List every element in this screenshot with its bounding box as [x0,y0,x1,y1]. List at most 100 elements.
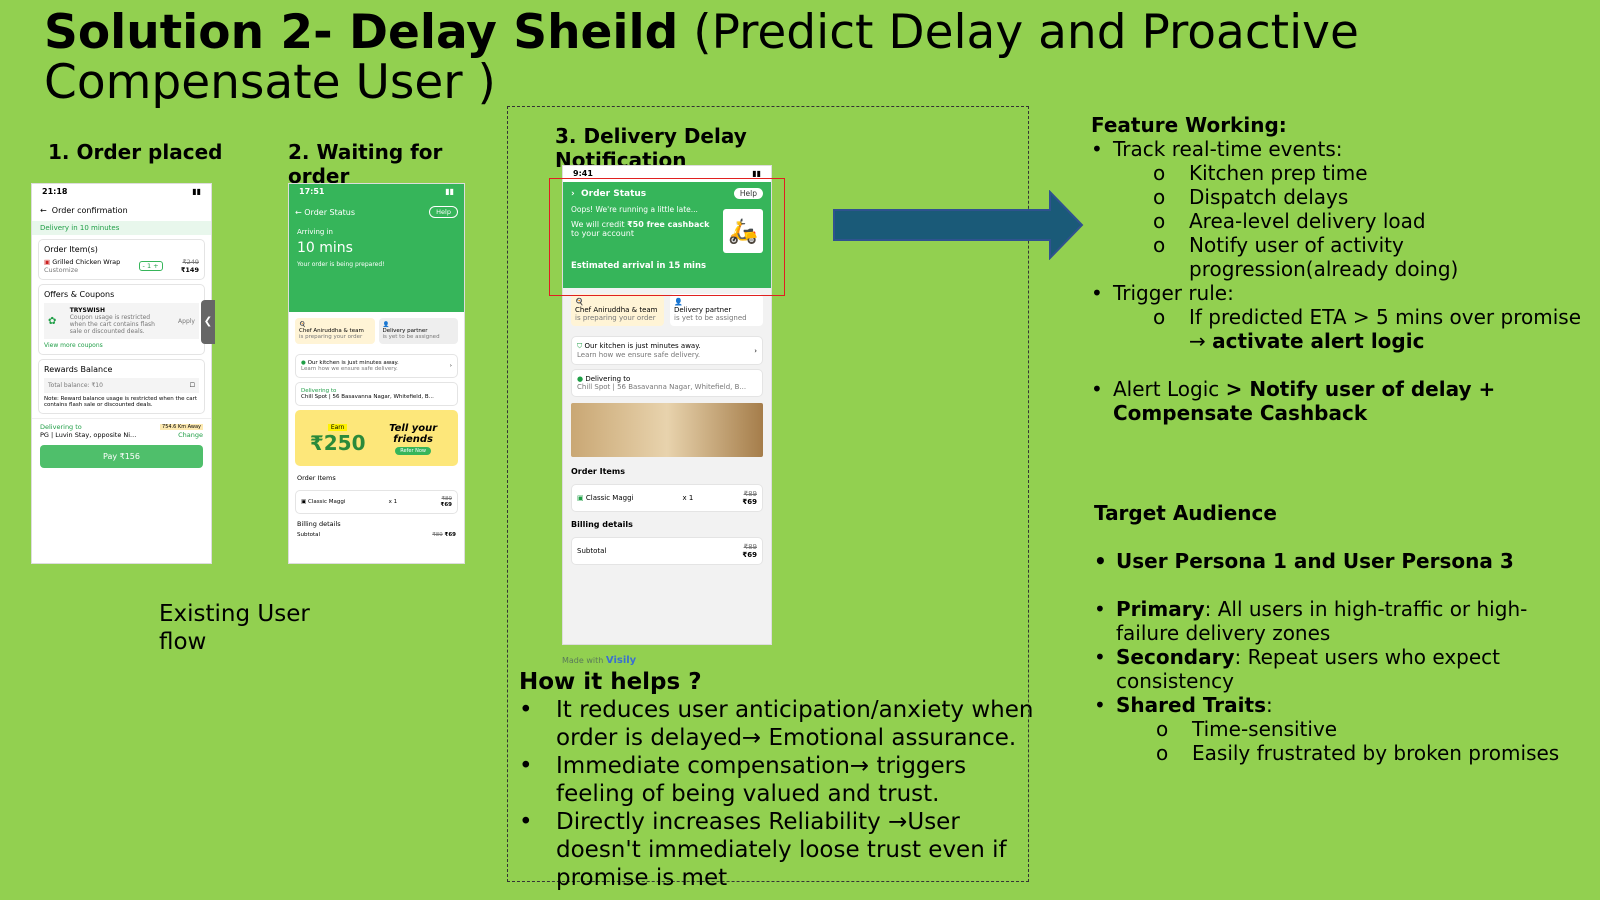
order-items-title: Order Items [297,474,336,482]
help-button[interactable]: Help [429,206,458,218]
order-items-title: Order Item(s) [44,245,98,254]
made-with-badge: Made with Visily [562,655,636,666]
partner-name: Delivery partner [674,306,732,314]
refer-now-button[interactable]: Refer Now [395,446,431,455]
partner-sub: is yet to be assigned [382,334,440,340]
target-audience-section: Target Audience User Persona 1 and User … [1094,501,1574,765]
personas-item: User Persona 1 and User Persona 3 [1094,549,1574,573]
kitchen-sub: Learn how we ensure safe delivery. [577,351,701,359]
address-text: PG | Luvin Stay, opposite Ni... [40,431,137,439]
change-address-link[interactable]: Change [178,431,203,439]
feature-title: Feature Working: [1091,113,1287,137]
header-title: Order confirmation [51,206,128,215]
refer-banner[interactable]: Earn ₹250 Tell your friends Refer Now [295,410,458,466]
visily-logo: Visily [605,655,637,666]
order-confirmation-screen: 21:18 ▮▮ ← Order confirmation Delivery in… [31,183,212,564]
nonveg-icon: ▣ [44,258,51,266]
partner-card: 👤 Delivery partner is yet to be assigned [670,294,763,326]
chef-sub: is preparing your order [299,334,363,340]
distance-badge: 754.6 Km Away [160,424,203,430]
trigger-rule-item: Trigger rule: [1091,281,1591,305]
price-new: ₹69 [440,502,452,508]
shared-traits-item: Shared Traits: [1094,693,1574,717]
chevron-right-icon: › [449,363,452,369]
track-sub-item: Kitchen prep time [1091,161,1591,185]
rewards-total: Total balance: ₹10 [48,382,103,389]
rewards-note: Note: Reward balance usage is restricted… [44,396,198,408]
subtotal-label: Subtotal [297,532,321,538]
track-sub-item: Notify user of activity progression(alre… [1091,233,1591,281]
coupon-icon: ✿ [48,315,57,327]
price-old: ₹249 [182,258,199,266]
status-bar: 21:18 ▮▮ [32,184,211,200]
item-name: Classic Maggi [585,494,634,502]
trait-item: Time-sensitive [1094,717,1574,741]
screen-header: ← Order confirmation [32,200,211,221]
customize-link[interactable]: Customize [44,266,78,274]
made-with-text: Made with [562,656,604,665]
view-more-coupons-link[interactable]: View more coupons [44,342,199,349]
subtotal-old: ₹89 [743,543,757,551]
battery-icon: ▮▮ [192,187,201,196]
audience-title: Target Audience [1094,501,1277,525]
chef-icon: 🍳 [575,298,584,306]
coupon-desc: Coupon usage is restricted when the cart… [69,314,155,335]
subtotal-row: Subtotal ₹89 ₹69 [571,537,763,565]
primary-item: Primary: All users in high-traffic or hi… [1094,597,1574,645]
offers-title: Offers & Coupons [44,290,115,299]
slide-title-bold: Solution 2- Delay Sheild [44,5,679,60]
shared-text: : [1265,693,1273,717]
notification-highlight-box [549,178,785,296]
step-1-label: 1. Order placed [48,140,223,164]
step-2-label: 2. Waiting for order [288,140,443,188]
delivering-card: Delivering to Chill Spot | 56 Basavanna N… [295,382,458,406]
item-qty: x 1 [388,499,398,505]
battery-icon: ▮▮ [445,187,454,196]
coupon-code: TRYSWISH [69,307,105,314]
rewards-checkbox[interactable]: ☐ [190,382,195,389]
track-events-item: Track real-time events: [1091,137,1591,161]
back-arrow-icon[interactable]: ← [40,206,47,215]
pay-button[interactable]: Pay ₹156 [40,445,203,468]
delivery-eta: Delivery in 10 minutes [32,221,211,235]
kitchen-card[interactable]: ⛉ Our kitchen is just minutes away. Learn… [571,336,763,365]
header-title: Order Status [304,207,356,217]
order-items-title: Order Items [571,467,625,476]
chef-card: 🍳 Chef Aniruddha & team is preparing your … [295,318,375,344]
item-name: Classic Maggi [307,499,346,505]
slide-title: Solution 2- Delay Sheild (Predict Delay … [44,8,1564,108]
address-text: Chill Spot | 56 Basavanna Nagar, Whitefi… [301,394,434,400]
quantity-stepper[interactable]: - 1 + [138,261,163,271]
back-arrow-icon[interactable]: ← [295,208,302,217]
feature-working-section: Feature Working: Track real-time events:… [1091,113,1591,425]
secondary-label: Secondary [1116,645,1235,669]
subtotal-old: ₹89 [432,532,443,538]
kitchen-card[interactable]: ● Our kitchen is just minutes away. Learn… [295,354,458,378]
trigger-action: activate alert logic [1212,329,1425,353]
price-new: ₹149 [180,266,199,274]
delivery-address-bar: Delivering to 754.6 Km Away PG | Luvin St… [32,418,211,443]
subtotal-row: Subtotal ₹89 ₹69 [289,530,464,540]
delivering-card: ● Delivering to Chill Spot | 56 Basavanna… [571,369,763,397]
delivering-to-label: Delivering to [40,423,82,431]
shield-icon: ⛉ [577,342,583,350]
partner-sub: is yet to be assigned [674,314,747,322]
track-sub-item: Area-level delivery load [1091,209,1591,233]
tell-friends-text: Tell your friends [389,422,438,445]
right-arrow-icon [833,190,1084,260]
room-photo [571,403,763,457]
apply-button[interactable]: Apply [178,318,195,325]
earn-amount: ₹250 [309,430,366,455]
trait-item: Easily frustrated by broken promises [1094,741,1574,765]
arriving-label: Arriving in [297,228,333,236]
side-collapse-handle[interactable]: ❮ [201,300,215,344]
item-name: Grilled Chicken Wrap [52,258,121,266]
rewards-title: Rewards Balance [44,365,113,374]
veg-icon: ▣ [301,499,307,505]
billing-title: Billing details [297,520,341,528]
status-time: 21:18 [42,187,68,196]
chef-sub: is preparing your order [575,314,656,322]
alert-label: Alert Logic [1113,377,1226,401]
earn-tag: Earn [327,423,348,431]
veg-icon: ▣ [577,494,584,502]
